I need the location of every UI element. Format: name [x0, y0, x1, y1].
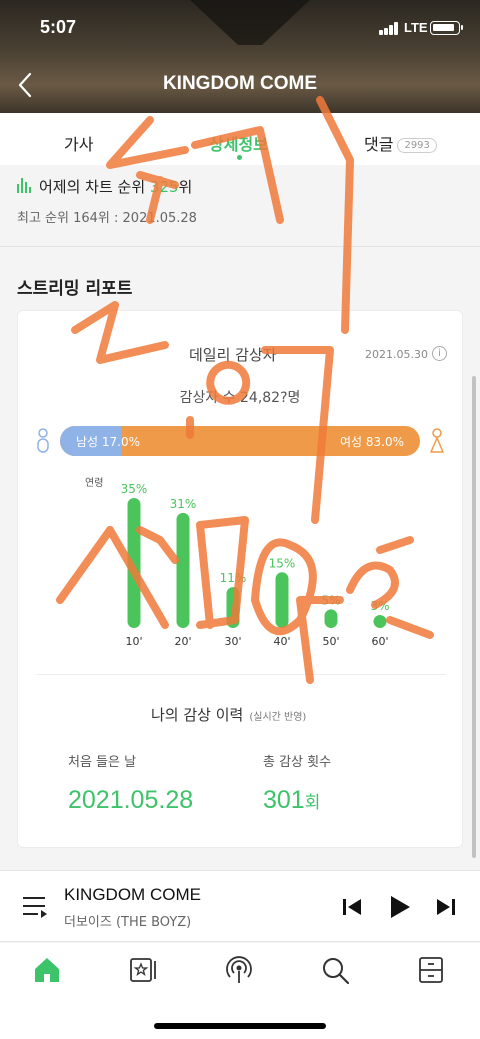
- first-listen-date: 2021.05.28: [68, 786, 194, 814]
- total-count-number: 301: [263, 786, 305, 814]
- age-bar-value-label: 5%: [321, 593, 340, 607]
- gender-ratio-bar: 남성 17.0% 여성 83.0%: [60, 426, 420, 456]
- age-axis-label: 연령: [85, 478, 104, 489]
- total-count-unit: 회: [304, 793, 321, 812]
- age-bar-4: [324, 609, 338, 628]
- male-icon: [37, 428, 49, 453]
- streaming-report-title: 스트리밍 리포트: [17, 279, 133, 299]
- female-ratio-label: 여성 83.0%: [339, 435, 404, 449]
- tab-bar: 가사 상세정보 댓글 2993: [0, 113, 480, 165]
- bottom-nav: [0, 943, 480, 1039]
- skip-forward-icon[interactable]: [434, 895, 458, 919]
- age-bar-value-label: 3%: [370, 599, 389, 613]
- male-ratio-label: 남성 17.0%: [76, 435, 141, 449]
- page-title: KINGDOM COME: [162, 73, 318, 94]
- tab-lyrics[interactable]: 가사: [64, 131, 93, 155]
- total-count-label: 총 감상 횟수: [263, 755, 332, 770]
- info-icon[interactable]: i: [432, 346, 447, 361]
- age-category-label: 10': [125, 635, 142, 648]
- playlist-icon[interactable]: [22, 895, 48, 919]
- player-artist: 더보이즈 (THE BOYZ): [64, 915, 192, 930]
- age-bar-1: [176, 512, 190, 628]
- age-bar-value-label: 11%: [220, 571, 247, 585]
- header: 5:07 LTE KINGDOM COME: [0, 0, 480, 113]
- status-time: 5:07: [40, 17, 77, 37]
- radio-icon[interactable]: [224, 955, 254, 985]
- scrollbar[interactable]: [472, 376, 476, 858]
- tab-comments[interactable]: 댓글 2993: [364, 131, 437, 155]
- age-bar-value-label: 35%: [121, 482, 148, 496]
- chart-bars-icon: [17, 178, 33, 193]
- age-category-label: 40': [273, 635, 290, 648]
- my-history-title: 나의 감상 이력 (실시간 반영): [151, 704, 306, 725]
- tab-detail[interactable]: 상세정보: [209, 131, 268, 155]
- skip-back-icon[interactable]: [340, 895, 364, 919]
- tab-comments-label: 댓글: [364, 135, 394, 154]
- active-tab-indicator: [237, 155, 242, 160]
- network-label: LTE: [404, 20, 428, 35]
- home-indicator: [154, 1023, 326, 1029]
- total-count-value: 301회: [263, 786, 320, 815]
- first-listen-label: 처음 들은 날: [68, 755, 137, 770]
- signal-icon: [379, 22, 401, 35]
- comments-count-badge: 2993: [397, 138, 437, 153]
- chart-rank-section: 어제의 차트 순위 325위 최고 순위 164위 : 2021.05.28: [0, 165, 480, 247]
- age-category-label: 30': [224, 635, 241, 648]
- age-bar-5: [373, 615, 387, 628]
- drawer-icon[interactable]: [416, 955, 446, 985]
- divider: [36, 674, 446, 675]
- age-category-label: 50': [322, 635, 339, 648]
- search-icon[interactable]: [320, 955, 350, 985]
- age-bar-value-label: 31%: [170, 497, 197, 511]
- my-history-title-text: 나의 감상 이력: [151, 706, 244, 724]
- yesterday-rank-number: 325: [149, 178, 179, 196]
- yesterday-rank-prefix: 어제의 차트 순위: [39, 178, 150, 196]
- female-icon: [430, 428, 444, 453]
- mini-player[interactable]: KINGDOM COME 더보이즈 (THE BOYZ): [0, 870, 480, 942]
- battery-icon: [430, 21, 463, 35]
- age-category-label: 20': [174, 635, 191, 648]
- play-icon[interactable]: [387, 895, 411, 919]
- best-rank: 최고 순위 164위 : 2021.05.28: [17, 211, 197, 226]
- yesterday-rank: 어제의 차트 순위 325위: [17, 176, 192, 197]
- age-bar-0: [127, 498, 141, 628]
- yesterday-rank-suffix: 위: [178, 178, 193, 196]
- my-history-subtitle: (실시간 반영): [249, 712, 307, 723]
- home-icon[interactable]: [32, 955, 62, 985]
- age-bar-value-label: 15%: [269, 556, 296, 570]
- player-song-title: KINGDOM COME: [64, 885, 201, 904]
- status-bar: 5:07 LTE: [0, 0, 480, 58]
- age-bar-3: [275, 572, 289, 628]
- library-icon[interactable]: [128, 955, 158, 985]
- streaming-report-card: 데일리 감상자 2021.05.30 i 감상자 수 24,82?명 남성 17…: [17, 310, 463, 848]
- age-distribution-chart: 35% 10' 31% 20' 11% 30' 15% 40' 5% 50' 3% 60': [121, 482, 390, 648]
- daily-date: 2021.05.30: [365, 348, 428, 361]
- age-bar-2: [226, 587, 240, 628]
- age-category-label: 60': [371, 635, 388, 648]
- listener-count: 감상자 수 24,82?명: [179, 390, 301, 406]
- daily-listeners-title: 데일리 감상자: [189, 346, 277, 364]
